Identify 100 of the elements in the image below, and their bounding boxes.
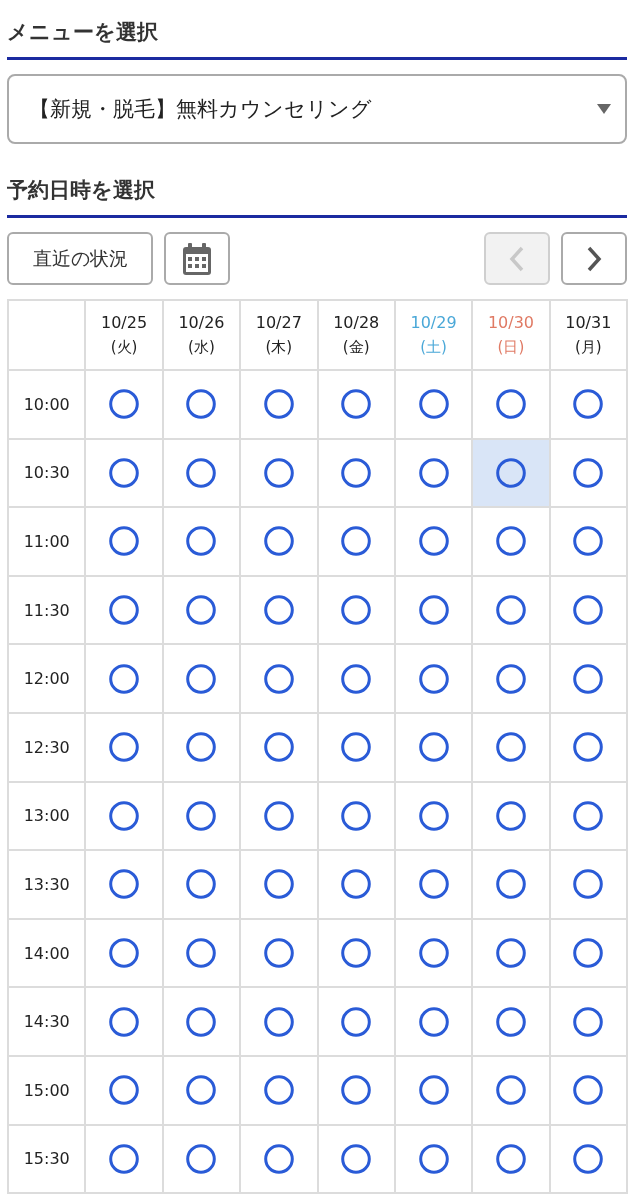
time-slot[interactable]	[241, 851, 317, 918]
chevron-right-icon	[586, 245, 602, 272]
time-slot[interactable]	[163, 576, 240, 644]
time-slot[interactable]	[163, 371, 240, 438]
time-slot[interactable]	[550, 782, 626, 850]
time-slot[interactable]	[86, 645, 162, 712]
time-slot[interactable]	[163, 508, 240, 575]
time-slot[interactable]	[550, 713, 626, 781]
time-slot[interactable]	[473, 645, 549, 712]
section-heading: メニューを選択	[7, 0, 627, 60]
time-slot[interactable]	[395, 508, 472, 575]
time-slot[interactable]	[473, 988, 549, 1055]
weekday-label: (土)	[420, 337, 447, 357]
time-slot[interactable]	[550, 576, 626, 644]
time-slot[interactable]	[473, 1125, 549, 1193]
time-slot[interactable]	[395, 713, 472, 781]
time-slot[interactable]	[318, 782, 394, 850]
time-slot[interactable]	[395, 1056, 472, 1124]
time-slot[interactable]	[395, 645, 472, 712]
date-label: 10/25	[101, 313, 148, 333]
time-slot[interactable]	[241, 371, 317, 438]
time-slot[interactable]	[395, 919, 472, 987]
weekday-label: (水)	[188, 337, 215, 357]
time-slot[interactable]	[395, 851, 472, 918]
time-slot[interactable]	[163, 1056, 240, 1124]
time-slot[interactable]	[86, 782, 162, 850]
time-slot[interactable]	[473, 508, 549, 575]
time-slot[interactable]	[318, 919, 394, 987]
time-slot[interactable]	[241, 439, 317, 507]
next-button[interactable]	[561, 232, 627, 285]
time-slot[interactable]	[473, 576, 549, 644]
time-slot[interactable]	[241, 782, 317, 850]
recent-status-button[interactable]: 直近の状況	[7, 232, 153, 285]
time-slot[interactable]	[163, 439, 240, 507]
time-slot[interactable]	[86, 439, 162, 507]
menu-select[interactable]: 【新規・脱毛】無料カウンセリング	[7, 74, 627, 144]
time-slot[interactable]	[550, 1125, 626, 1193]
time-slot[interactable]	[395, 371, 472, 438]
time-slot[interactable]	[318, 645, 394, 712]
time-slot[interactable]	[241, 1056, 317, 1124]
time-slot[interactable]	[550, 1056, 626, 1124]
time-slot[interactable]	[163, 1125, 240, 1193]
time-slot[interactable]	[395, 988, 472, 1055]
time-slot[interactable]	[318, 371, 394, 438]
time-label: 12:00	[23, 669, 70, 689]
calendar-button[interactable]	[164, 232, 230, 285]
time-slot[interactable]	[163, 988, 240, 1055]
time-slot[interactable]	[473, 782, 549, 850]
time-slot[interactable]	[318, 439, 394, 507]
time-slot[interactable]	[241, 919, 317, 987]
time-slot[interactable]	[86, 988, 162, 1055]
time-slot[interactable]	[163, 782, 240, 850]
time-slot[interactable]	[473, 371, 549, 438]
date-label: 10/31	[565, 313, 612, 333]
calendar-icon	[183, 242, 211, 275]
date-label: 10/29	[410, 313, 457, 333]
time-slot[interactable]	[550, 919, 626, 987]
time-slot[interactable]	[550, 988, 626, 1055]
time-slot[interactable]	[550, 371, 626, 438]
time-slot[interactable]	[473, 919, 549, 987]
time-slot[interactable]	[318, 1125, 394, 1193]
time-slot[interactable]	[318, 851, 394, 918]
time-slot[interactable]	[473, 851, 549, 918]
time-label: 14:00	[23, 943, 70, 963]
time-slot[interactable]	[86, 371, 162, 438]
time-slot[interactable]	[86, 576, 162, 644]
time-slot[interactable]	[550, 439, 626, 507]
time-slot[interactable]	[241, 508, 317, 575]
time-slot[interactable]	[86, 919, 162, 987]
date-label: 10/28	[333, 313, 380, 333]
time-slot[interactable]	[318, 508, 394, 575]
time-slot[interactable]	[550, 645, 626, 712]
time-slot[interactable]	[241, 988, 317, 1055]
time-slot[interactable]	[318, 988, 394, 1055]
time-slot[interactable]	[86, 1125, 162, 1193]
time-slot[interactable]	[473, 439, 549, 507]
time-slot[interactable]	[163, 851, 240, 918]
time-slot[interactable]	[395, 439, 472, 507]
time-slot[interactable]	[473, 1056, 549, 1124]
time-slot[interactable]	[473, 713, 549, 781]
weekday-label: (火)	[110, 337, 138, 357]
time-slot[interactable]	[86, 851, 162, 918]
time-slot[interactable]	[318, 1056, 394, 1124]
time-slot[interactable]	[318, 713, 394, 781]
time-slot[interactable]	[395, 782, 472, 850]
time-slot[interactable]	[86, 713, 162, 781]
time-slot[interactable]	[241, 713, 317, 781]
time-slot[interactable]	[241, 576, 317, 644]
time-slot[interactable]	[163, 713, 240, 781]
time-slot[interactable]	[241, 1125, 317, 1193]
time-slot[interactable]	[318, 576, 394, 644]
time-slot[interactable]	[163, 919, 240, 987]
time-slot[interactable]	[395, 1125, 472, 1193]
time-slot[interactable]	[86, 1056, 162, 1124]
time-slot[interactable]	[395, 576, 472, 644]
time-slot[interactable]	[550, 508, 626, 575]
time-slot[interactable]	[86, 508, 162, 575]
time-slot[interactable]	[163, 645, 240, 712]
time-slot[interactable]	[550, 851, 626, 918]
time-slot[interactable]	[241, 645, 317, 712]
